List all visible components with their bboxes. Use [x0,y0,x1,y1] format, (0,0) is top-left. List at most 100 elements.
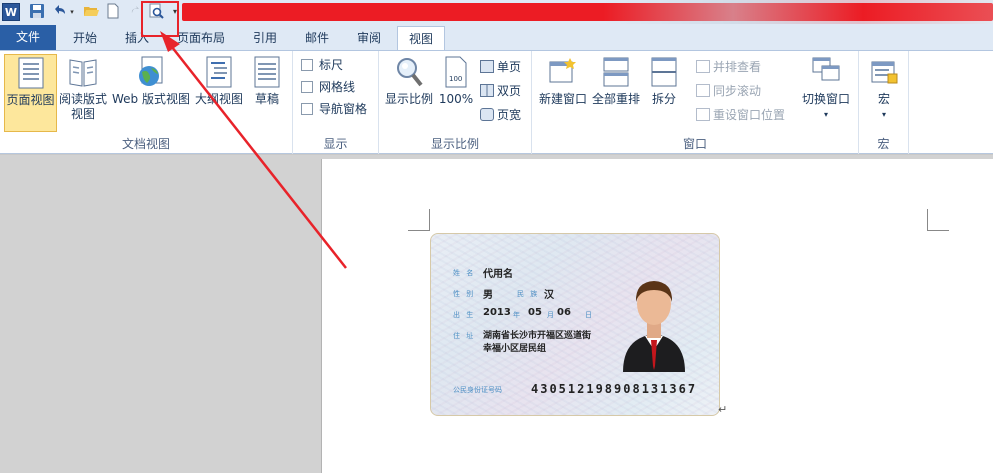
outline-button[interactable]: 大纲视图 [193,54,245,132]
undo-icon[interactable] [50,3,68,21]
macros-dropdown-icon: ▾ [881,110,886,119]
one-page-button[interactable]: 单页 [480,57,521,77]
draft-label: 草稿 [254,92,279,106]
side-by-side-icon [696,60,710,73]
new-document-icon[interactable] [104,3,122,21]
switch-windows-icon [812,57,840,81]
new-window-label: 新建窗口 [538,92,587,106]
split-button[interactable]: 拆分 [644,54,684,132]
new-window-button[interactable]: 新建窗口 [536,54,590,132]
gridlines-label: 网格线 [319,80,356,94]
page-width-icon [480,108,494,121]
arrange-all-icon [603,57,629,87]
group-label-document-views: 文档视图 [121,137,170,151]
id-number-value: 430512198908131367 [531,382,698,396]
birth-year: 2013 [483,307,511,318]
draft-button[interactable]: 草稿 [247,54,287,132]
ruler-label: 标尺 [319,58,344,72]
tab-view[interactable]: 视图 [397,26,445,51]
reading-label-line2: 视图 [70,107,95,121]
address-label: 住 址 [453,332,476,340]
tab-references[interactable]: 引用 [240,26,290,50]
view-side-by-side-button[interactable]: 并排查看 [696,57,761,77]
one-page-icon [480,60,494,73]
outline-icon [206,56,232,88]
gridlines-checkbox[interactable]: 网格线 [301,77,355,97]
ethnicity-label: 民 族 [517,290,540,298]
tab-file[interactable]: 文件 [0,25,56,50]
sync-scroll-icon [696,84,710,97]
magnifier-icon [397,58,423,87]
ruler-check-box[interactable] [301,59,313,71]
document-page[interactable]: 姓 名 代用名 性 别 男 民 族 汉 出 生 2013 年 05 月 06 日… [321,159,993,473]
reset-position-icon [696,108,710,121]
group-label-show: 显示 [323,137,348,151]
nav-pane-label: 导航窗格 [319,102,368,116]
one-page-label: 单页 [497,60,522,74]
web-layout-button[interactable]: Web 版式视图 [110,54,192,132]
ruler-checkbox[interactable]: 标尺 [301,55,343,75]
group-document-views: 页面视图 阅读版式 视图 Web 版式视图 大纲视图 草稿 文档视图 [0,51,293,154]
group-label-zoom: 显示比例 [430,137,479,151]
group-window: 新建窗口 全部重排 拆分 并排查看 同步滚动 重设窗口位置 切换窗口 ▾ 窗口 [532,51,859,154]
open-folder-icon[interactable] [82,3,100,21]
sync-scroll-label: 同步滚动 [713,84,762,98]
birth-month: 05 [528,307,542,318]
save-icon[interactable] [28,3,46,21]
globe-icon [139,56,163,86]
print-layout-icon [18,57,43,89]
paragraph-mark-icon: ↵ [718,403,728,416]
margin-mark-top-right [927,209,949,231]
full-screen-reading-button[interactable]: 阅读版式 视图 [58,54,108,132]
reset-window-position-button[interactable]: 重设窗口位置 [696,105,785,125]
group-label-window: 窗口 [682,137,707,151]
arrange-all-button[interactable]: 全部重排 [591,54,641,132]
nav-pane-check-box[interactable] [301,103,313,115]
split-icon [651,57,677,87]
switch-windows-button[interactable]: 切换窗口 ▾ [798,54,854,132]
annotation-highlight-box [141,1,179,37]
portrait-avatar [623,281,685,372]
two-pages-label: 双页 [497,84,522,98]
two-pages-icon [480,84,494,97]
reading-label-line1: 阅读版式 [58,92,107,106]
zoom-label: 显示比例 [384,92,433,106]
document-area: 姓 名 代用名 性 别 男 民 族 汉 出 生 2013 年 05 月 06 日… [0,155,993,473]
zoom-100-button[interactable]: 100 100% [437,54,475,132]
ethnicity-value: 汉 [544,290,554,301]
tab-mailings[interactable]: 邮件 [292,26,342,50]
two-pages-button[interactable]: 双页 [480,81,521,101]
zoom-button[interactable]: 显示比例 [382,54,436,132]
tab-home[interactable]: 开始 [60,26,110,50]
outline-label: 大纲视图 [194,92,243,106]
month-unit: 月 [547,311,554,319]
print-layout-label: 页面视图 [6,93,55,107]
ribbon: 页面视图 阅读版式 视图 Web 版式视图 大纲视图 草稿 文档视图 标尺 网格… [0,50,993,154]
reset-position-label: 重设窗口位置 [713,108,786,122]
draft-icon [254,56,280,88]
reading-layout-icon [69,59,97,87]
group-label-macros: 宏 [877,137,890,151]
name-value: 代用名 [483,269,513,280]
name-label: 姓 名 [453,269,476,277]
page-width-button[interactable]: 页宽 [480,105,521,125]
print-layout-button[interactable]: 页面视图 [4,54,57,132]
arrange-all-label: 全部重排 [591,92,640,106]
tab-review[interactable]: 审阅 [344,26,394,50]
page-width-label: 页宽 [497,108,522,122]
macros-icon [871,61,898,84]
sex-value: 男 [483,290,493,301]
word-app-icon[interactable]: W [2,3,20,21]
day-unit: 日 [585,311,592,319]
synchronous-scrolling-button[interactable]: 同步滚动 [696,81,761,101]
switch-windows-dropdown-icon: ▾ [823,110,828,119]
gridlines-check-box[interactable] [301,81,313,93]
zoom-100-label: 100% [438,92,474,106]
group-show: 标尺 网格线 导航窗格 显示 [293,51,379,154]
navigation-pane-checkbox[interactable]: 导航窗格 [301,99,367,119]
id-card-image[interactable]: 姓 名 代用名 性 别 男 民 族 汉 出 生 2013 年 05 月 06 日… [430,233,720,416]
margin-mark-top-left [408,209,430,231]
undo-dropdown-icon[interactable]: ▾ [68,3,76,21]
macros-button[interactable]: 宏 ▾ [863,54,905,132]
split-label: 拆分 [651,92,676,106]
